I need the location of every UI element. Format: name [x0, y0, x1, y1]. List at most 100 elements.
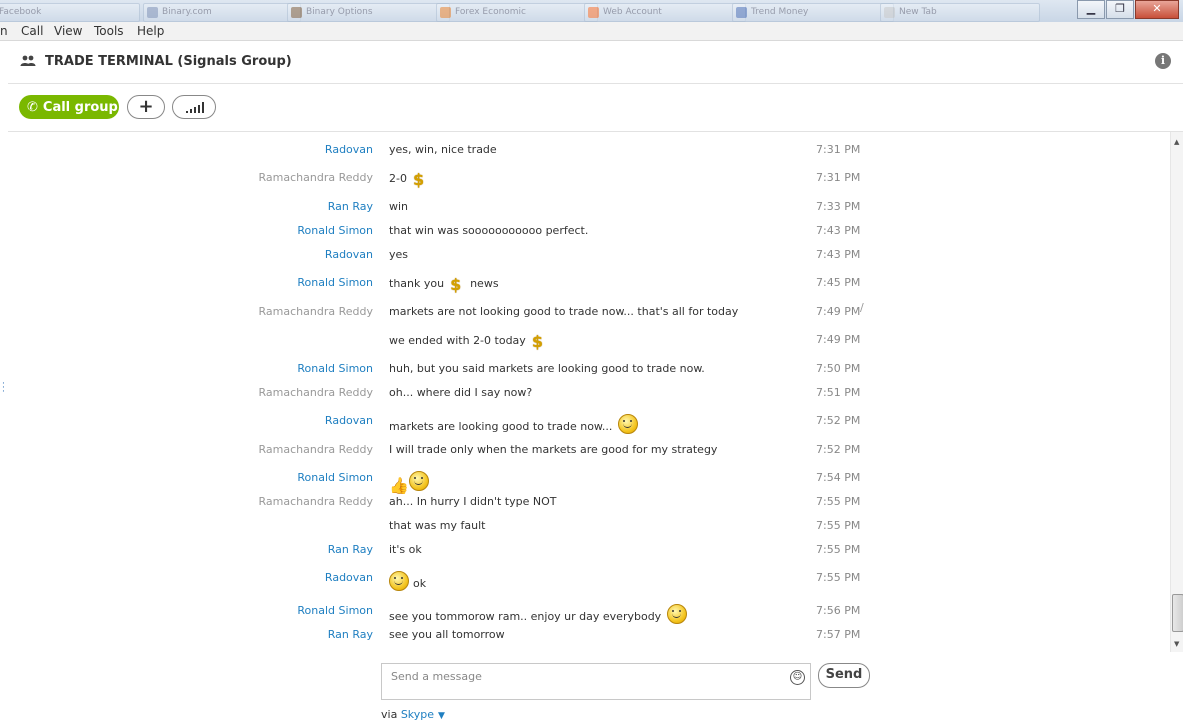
message-text: see you all tomorrow	[389, 628, 505, 641]
message-row: Radovan yes, win, nice trade 7:31 PM	[8, 137, 1168, 159]
browser-tab-strip: Facebook Binary.com Binary Options Forex…	[0, 0, 1183, 23]
message-row: Ran Ray it's ok 7:55 PM	[8, 537, 1168, 559]
message-row: Ronald Simon thank you $ news 7:45 PM	[8, 270, 1168, 294]
message-body: I will trade only when the markets are g…	[389, 443, 718, 456]
dollar-emoticon-icon: $	[412, 170, 425, 189]
resize-handle-icon[interactable]: · · ·	[2, 380, 5, 397]
message-sender[interactable]: Ronald Simon	[297, 471, 373, 484]
message-body: thank you	[389, 277, 445, 290]
message-body: markets are looking good to trade now...	[389, 420, 613, 433]
emoticon-icon[interactable]: ☺	[790, 670, 805, 685]
message-row: Radovan yes 7:43 PM	[8, 242, 1168, 264]
tab-new[interactable]: New Tab	[880, 3, 1040, 22]
message-timestamp: 7:50 PM	[816, 362, 861, 375]
message-sender[interactable]: Ramachandra Reddy	[259, 443, 373, 456]
message-input[interactable]	[389, 669, 773, 684]
scrollbar-thumb[interactable]	[1172, 594, 1183, 632]
tab-web-account[interactable]: Web Account	[584, 3, 746, 22]
add-participants-button[interactable]: +	[127, 95, 165, 119]
message-text: that win was sooooooooooo perfect.	[389, 224, 588, 237]
message-text: ah... In hurry I didn't type NOT	[389, 495, 556, 508]
message-timestamp: 7:33 PM	[816, 200, 861, 213]
message-text: markets are not looking good to trade no…	[389, 305, 738, 318]
message-timestamp: 7:56 PM	[816, 604, 861, 617]
message-sender[interactable]: Radovan	[325, 571, 373, 584]
message-sender[interactable]: Ronald Simon	[297, 276, 373, 289]
message-row: we ended with 2-0 today $7:49 PM	[8, 327, 1168, 351]
message-sender[interactable]: Ran Ray	[328, 628, 373, 641]
tab-binary-options[interactable]: Binary Options	[287, 3, 450, 22]
tab-binary[interactable]: Binary.com	[143, 3, 301, 22]
site-icon	[736, 7, 747, 18]
menu-help[interactable]: Help	[137, 24, 164, 38]
message-body: ah... In hurry I didn't type NOT	[389, 495, 557, 508]
message-sender[interactable]: Ronald Simon	[297, 224, 373, 237]
info-icon[interactable]: i	[1155, 53, 1171, 69]
site-icon	[588, 7, 599, 18]
tab-facebook[interactable]: Facebook	[0, 3, 140, 22]
message-sender[interactable]: Ran Ray	[328, 200, 373, 213]
tab-label: Binary.com	[162, 7, 212, 17]
message-text: it's ok	[389, 543, 422, 556]
message-text: that was my fault	[389, 519, 485, 532]
tab-label: Web Account	[603, 7, 662, 17]
send-button[interactable]: Send	[818, 663, 870, 688]
message-scrollbar[interactable]: ▲ ▼	[1170, 132, 1183, 652]
site-icon	[884, 7, 895, 18]
message-body: that win was sooooooooooo perfect.	[389, 224, 589, 237]
message-body: win	[389, 200, 409, 213]
message-text: oh... where did I say now?	[389, 386, 532, 399]
message-sender[interactable]: Radovan	[325, 248, 373, 261]
message-timestamp: 7:49 PM	[816, 333, 861, 346]
message-text: markets are looking good to trade now...	[389, 414, 638, 434]
menu-conversation[interactable]: n	[0, 24, 8, 38]
site-icon	[291, 7, 302, 18]
maximize-button[interactable]: ❐	[1106, 0, 1134, 19]
message-row: Ramachandra Reddy 2-0 $7:31 PM	[8, 165, 1168, 189]
menu-call[interactable]: Call	[21, 24, 43, 38]
message-sender[interactable]: Radovan	[325, 143, 373, 156]
close-button[interactable]: ✕	[1135, 0, 1179, 19]
message-text: see you tommorow ram.. enjoy ur day ever…	[389, 604, 687, 624]
menu-tools[interactable]: Tools	[94, 24, 124, 38]
message-timestamp: 7:31 PM	[816, 171, 861, 184]
message-sender[interactable]: Ramachandra Reddy	[259, 305, 373, 318]
tab-forex[interactable]: Forex Economic	[436, 3, 598, 22]
message-row: Ramachandra Reddy oh... where did I say n…	[8, 380, 1168, 402]
menu-view[interactable]: View	[54, 24, 82, 38]
call-quality-button[interactable]	[172, 95, 216, 119]
scroll-up-icon[interactable]: ▲	[1174, 138, 1179, 146]
message-row: Ronald Simon huh, but you said markets ar…	[8, 356, 1168, 378]
message-row: Ramachandra Reddy I will trade only when …	[8, 437, 1168, 459]
menu-bar: n Call View Tools Help	[0, 22, 1183, 41]
call-group-button[interactable]: ✆ Call group	[19, 95, 119, 119]
message-sender[interactable]: Ramachandra Reddy	[259, 171, 373, 184]
message-timestamp: 7:52 PM	[816, 414, 861, 427]
call-group-label: Call group	[42, 99, 118, 115]
service-selector[interactable]: Skype	[401, 708, 434, 721]
message-sender[interactable]: Ran Ray	[328, 543, 373, 556]
message-sender[interactable]: Ramachandra Reddy	[259, 495, 373, 508]
chevron-down-icon[interactable]: ▼	[438, 711, 445, 721]
message-body: huh, but you said markets are looking go…	[389, 362, 705, 375]
chat-title: TRADE TERMINAL (Signals Group)	[45, 54, 292, 69]
message-sender[interactable]: Radovan	[325, 414, 373, 427]
message-body: it's ok	[389, 543, 422, 556]
tab-label: Binary Options	[306, 7, 373, 17]
message-timestamp: 7:55 PM	[816, 543, 861, 556]
message-sender[interactable]: Ramachandra Reddy	[259, 386, 373, 399]
minimize-button[interactable]: ▁	[1077, 0, 1105, 19]
message-body: markets are not looking good to trade no…	[389, 305, 739, 318]
signal-bars-icon	[186, 102, 204, 113]
message-row: Ran Ray win 7:33 PM	[8, 194, 1168, 216]
tab-trend[interactable]: Trend Money	[732, 3, 894, 22]
scroll-down-icon[interactable]: ▼	[1174, 640, 1179, 648]
smile-emoticon-icon	[666, 604, 687, 624]
message-sender[interactable]: Ronald Simon	[297, 604, 373, 617]
message-body-suffix: news	[470, 277, 499, 290]
message-text: huh, but you said markets are looking go…	[389, 362, 705, 375]
message-timestamp: 7:51 PM	[816, 386, 861, 399]
message-timestamp: 7:52 PM	[816, 443, 861, 456]
message-sender[interactable]: Ronald Simon	[297, 362, 373, 375]
message-body-suffix: ok	[413, 577, 427, 590]
